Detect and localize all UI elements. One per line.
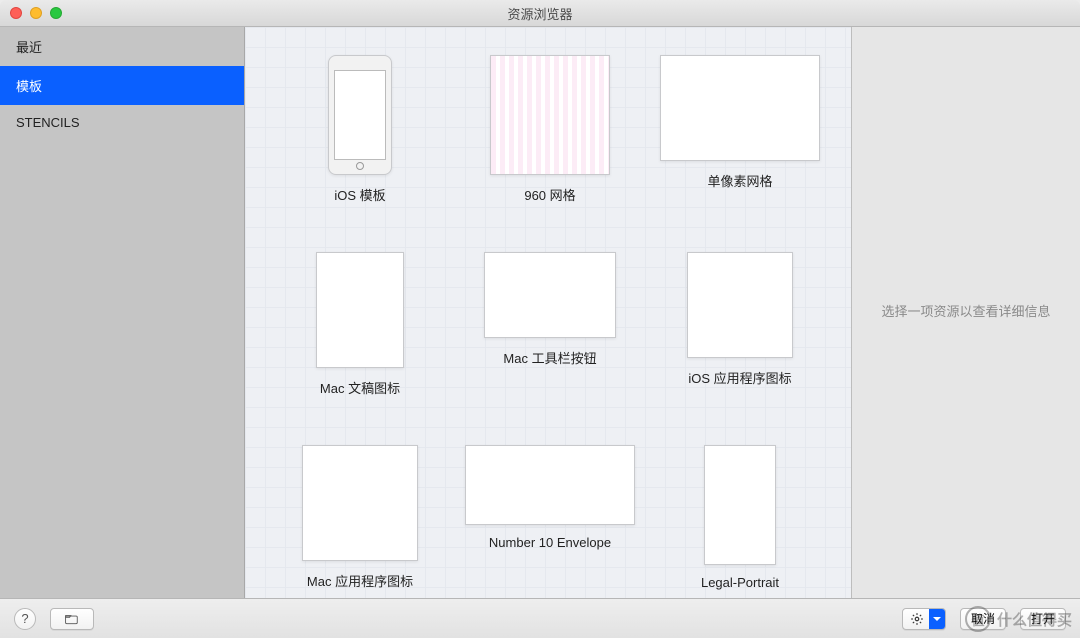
template-item-pixel-grid[interactable]: 单像素网格 [645, 55, 835, 204]
template-grid-area: iOS 模板 960 网格 单像素网格 Mac 文稿图标 Mac 工具栏按钮 iOS 应用… [245, 27, 852, 598]
details-pane: 选择一项资源以查看详细信息 [852, 27, 1080, 598]
template-item-num10-envelope[interactable]: Number 10 Envelope [455, 445, 645, 590]
template-label: Legal-Portrait [701, 575, 779, 590]
template-thumbnail [465, 445, 635, 525]
template-thumbnail [302, 445, 418, 561]
template-item-ios-app-icon[interactable]: iOS 应用程序图标 [645, 252, 835, 397]
template-label: Number 10 Envelope [489, 535, 611, 550]
main: 最近 模板 STENCILS iOS 模板 960 网格 单像素网格 Mac 文稿图标… [0, 27, 1080, 598]
sidebar-item-templates[interactable]: 模板 [0, 66, 244, 105]
sidebar-item-label: 模板 [16, 79, 42, 94]
window-title: 资源浏览器 [0, 4, 1080, 23]
template-label: Mac 应用程序图标 [307, 571, 413, 590]
template-item-legal-portrait[interactable]: Legal-Portrait [645, 445, 835, 590]
sidebar: 最近 模板 STENCILS [0, 27, 245, 598]
template-label: 960 网格 [524, 185, 575, 204]
template-label: 单像素网格 [707, 171, 772, 190]
template-item-ios-template[interactable]: iOS 模板 [265, 55, 455, 204]
template-thumbnail [316, 252, 404, 368]
titlebar: 资源浏览器 [0, 0, 1080, 27]
button-label: 打开 [1031, 610, 1055, 627]
template-label: Mac 工具栏按钮 [503, 348, 596, 367]
sidebar-item-label: 最近 [16, 40, 42, 55]
template-label: iOS 应用程序图标 [688, 368, 791, 387]
template-item-mac-toolbar-btn[interactable]: Mac 工具栏按钮 [455, 252, 645, 397]
add-folder-button[interactable]: + [50, 608, 94, 630]
template-label: iOS 模板 [334, 185, 385, 204]
template-item-mac-doc-icon[interactable]: Mac 文稿图标 [265, 252, 455, 397]
template-thumbnail [484, 252, 616, 338]
details-placeholder: 选择一项资源以查看详细信息 [881, 302, 1050, 323]
template-thumbnail [490, 55, 610, 175]
chevron-down-icon[interactable] [929, 609, 945, 629]
footer: ? + 取消 打开 [0, 598, 1080, 638]
template-item-mac-app-icon[interactable]: Mac 应用程序图标 [265, 445, 455, 590]
action-menu-button[interactable] [902, 608, 946, 630]
sidebar-item-recent[interactable]: 最近 [0, 27, 244, 66]
sidebar-item-stencils[interactable]: STENCILS [0, 105, 244, 140]
template-label: Mac 文稿图标 [320, 378, 400, 397]
folder-plus-icon: + [65, 612, 79, 626]
cancel-button[interactable]: 取消 [960, 608, 1006, 630]
open-button[interactable]: 打开 [1020, 608, 1066, 630]
template-thumbnail [660, 55, 820, 161]
sidebar-item-label: STENCILS [16, 115, 80, 130]
help-button[interactable]: ? [14, 608, 36, 630]
template-item-grid-960[interactable]: 960 网格 [455, 55, 645, 204]
template-thumbnail [704, 445, 776, 565]
template-thumbnail [328, 55, 392, 175]
help-icon: ? [21, 611, 28, 626]
template-thumbnail [687, 252, 793, 358]
button-label: 取消 [971, 610, 995, 627]
gear-icon [910, 612, 924, 626]
